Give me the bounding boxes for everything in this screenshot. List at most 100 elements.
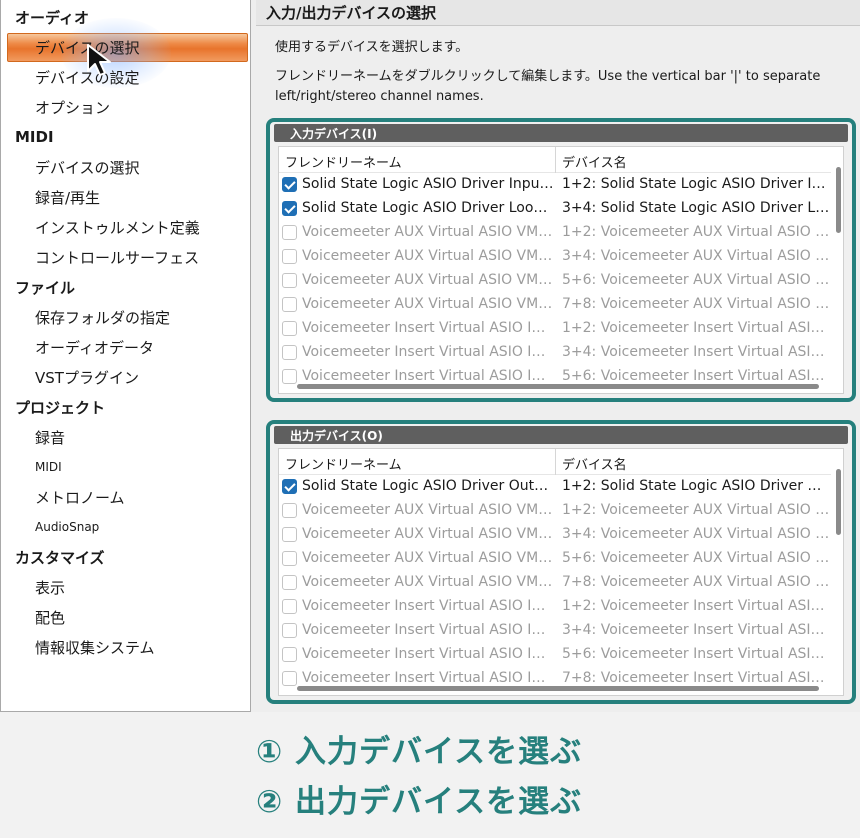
column-divider[interactable]: [555, 449, 556, 475]
friendly-name-cell[interactable]: Voicemeeter AUX Virtual ASIO VM…: [302, 248, 554, 264]
device-row[interactable]: Solid State Logic ASIO Driver Inpu… 1+2: …: [279, 173, 831, 197]
nav-category[interactable]: ファイル: [1, 272, 250, 302]
horizontal-scrollbar[interactable]: [297, 686, 819, 691]
friendly-name-cell[interactable]: Voicemeeter Insert Virtual ASIO I…: [302, 344, 554, 360]
column-divider[interactable]: [555, 147, 556, 173]
nav-item[interactable]: コントロールサーフェス: [1, 242, 250, 272]
device-row[interactable]: Voicemeeter Insert Virtual ASIO I… 1+2: V…: [279, 595, 831, 619]
vertical-scrollbar[interactable]: [836, 469, 841, 535]
checkbox-unchecked[interactable]: [282, 249, 297, 264]
checkbox-unchecked[interactable]: [282, 623, 297, 638]
device-row[interactable]: Solid State Logic ASIO Driver Loo… 3+4: S…: [279, 197, 831, 221]
friendly-name-cell[interactable]: Voicemeeter Insert Virtual ASIO I…: [302, 670, 554, 686]
nav-item[interactable]: VSTプラグイン: [1, 362, 250, 392]
device-name-cell: 7+8: Voicemeeter AUX Virtual ASIO …: [562, 574, 830, 590]
column-header-device-name[interactable]: デバイス名: [562, 152, 627, 171]
nav-item[interactable]: デバイスの選択: [1, 152, 250, 182]
list-column-headers: フレンドリーネーム デバイス名: [279, 147, 831, 173]
device-name-cell: 1+2: Voicemeeter AUX Virtual ASIO …: [562, 224, 830, 240]
nav-item[interactable]: 配色: [1, 602, 250, 632]
checkbox-unchecked[interactable]: [282, 503, 297, 518]
nav-item[interactable]: 録音/再生: [1, 182, 250, 212]
nav-item[interactable]: 表示: [1, 572, 250, 602]
input-devices-group: 入力デバイス(I) フレンドリーネーム デバイス名 Solid State Lo…: [266, 118, 856, 402]
device-row[interactable]: Voicemeeter AUX Virtual ASIO VM… 1+2: Voi…: [279, 221, 831, 245]
device-row[interactable]: Solid State Logic ASIO Driver Out… 1+2: S…: [279, 475, 831, 499]
checkbox-unchecked[interactable]: [282, 647, 297, 662]
device-name-cell: 3+4: Voicemeeter AUX Virtual ASIO …: [562, 248, 830, 264]
device-row[interactable]: Voicemeeter AUX Virtual ASIO VM… 3+4: Voi…: [279, 523, 831, 547]
checkbox-unchecked[interactable]: [282, 345, 297, 360]
checkbox-unchecked[interactable]: [282, 273, 297, 288]
friendly-name-cell[interactable]: Solid State Logic ASIO Driver Out…: [302, 478, 554, 494]
output-device-rows: Solid State Logic ASIO Driver Out… 1+2: S…: [279, 475, 831, 691]
checkbox-checked[interactable]: [282, 177, 297, 192]
device-row[interactable]: Voicemeeter Insert Virtual ASIO I… 3+4: V…: [279, 619, 831, 643]
friendly-name-cell[interactable]: Voicemeeter Insert Virtual ASIO I…: [302, 320, 554, 336]
checkbox-unchecked[interactable]: [282, 297, 297, 312]
friendly-name-cell[interactable]: Voicemeeter AUX Virtual ASIO VM…: [302, 574, 554, 590]
nav-category[interactable]: カスタマイズ: [1, 542, 250, 572]
nav-item[interactable]: オプション: [1, 92, 250, 122]
device-row[interactable]: Voicemeeter Insert Virtual ASIO I… 5+6: V…: [279, 643, 831, 667]
nav-category[interactable]: オーディオ: [1, 2, 250, 32]
device-row[interactable]: Voicemeeter AUX Virtual ASIO VM… 5+6: Voi…: [279, 269, 831, 293]
checkbox-unchecked[interactable]: [282, 369, 297, 384]
device-row[interactable]: Voicemeeter AUX Virtual ASIO VM… 5+6: Voi…: [279, 547, 831, 571]
input-devices-list[interactable]: フレンドリーネーム デバイス名 Solid State Logic ASIO D…: [278, 146, 844, 394]
nav-item[interactable]: デバイスの設定: [1, 62, 250, 92]
nav-item[interactable]: 録音: [1, 422, 250, 452]
checkbox-unchecked[interactable]: [282, 575, 297, 590]
checkbox-checked[interactable]: [282, 201, 297, 216]
friendly-name-cell[interactable]: Solid State Logic ASIO Driver Inpu…: [302, 176, 554, 192]
nav-item[interactable]: オーディオデータ: [1, 332, 250, 362]
device-name-cell: 5+6: Voicemeeter Insert Virtual ASI…: [562, 368, 825, 384]
nav-item[interactable]: AudioSnap: [1, 512, 250, 542]
device-name-cell: 3+4: Voicemeeter Insert Virtual ASI…: [562, 344, 825, 360]
device-row[interactable]: Voicemeeter AUX Virtual ASIO VM… 7+8: Voi…: [279, 571, 831, 595]
checkbox-unchecked[interactable]: [282, 527, 297, 542]
device-row[interactable]: Voicemeeter AUX Virtual ASIO VM… 1+2: Voi…: [279, 499, 831, 523]
nav-item[interactable]: 情報収集システム: [1, 632, 250, 662]
page-title: 入力/出力デバイスの選択: [256, 0, 860, 26]
checkbox-unchecked[interactable]: [282, 321, 297, 336]
checkbox-checked[interactable]: [282, 479, 297, 494]
device-row[interactable]: Voicemeeter AUX Virtual ASIO VM… 3+4: Voi…: [279, 245, 831, 269]
instruction-step-2: ② 出力デバイスを選ぶ: [256, 784, 583, 820]
nav-item[interactable]: メトロノーム: [1, 482, 250, 512]
nav-category[interactable]: プロジェクト: [1, 392, 250, 422]
device-name-cell: 1+2: Voicemeeter Insert Virtual ASI…: [562, 598, 825, 614]
output-devices-list[interactable]: フレンドリーネーム デバイス名 Solid State Logic ASIO D…: [278, 448, 844, 696]
nav-item[interactable]: インストゥルメント定義: [1, 212, 250, 242]
device-name-cell: 1+2: Solid State Logic ASIO Driver I…: [562, 176, 826, 192]
checkbox-unchecked[interactable]: [282, 671, 297, 686]
vertical-scrollbar[interactable]: [836, 167, 841, 233]
friendly-name-cell[interactable]: Voicemeeter Insert Virtual ASIO I…: [302, 368, 554, 384]
nav-item[interactable]: 保存フォルダの指定: [1, 302, 250, 332]
friendly-name-cell[interactable]: Voicemeeter AUX Virtual ASIO VM…: [302, 272, 554, 288]
nav-category[interactable]: MIDI: [1, 122, 250, 152]
column-header-friendly-name[interactable]: フレンドリーネーム: [285, 152, 402, 171]
mouse-cursor-icon: [87, 44, 111, 76]
friendly-name-cell[interactable]: Voicemeeter AUX Virtual ASIO VM…: [302, 502, 554, 518]
friendly-name-cell[interactable]: Voicemeeter Insert Virtual ASIO I…: [302, 622, 554, 638]
nav-item[interactable]: デバイスの選択: [1, 32, 250, 62]
horizontal-scrollbar[interactable]: [297, 384, 819, 389]
column-header-device-name[interactable]: デバイス名: [562, 454, 627, 473]
checkbox-unchecked[interactable]: [282, 551, 297, 566]
checkbox-unchecked[interactable]: [282, 599, 297, 614]
friendly-name-cell[interactable]: Voicemeeter Insert Virtual ASIO I…: [302, 646, 554, 662]
friendly-name-cell[interactable]: Voicemeeter AUX Virtual ASIO VM…: [302, 224, 554, 240]
friendly-name-cell[interactable]: Voicemeeter AUX Virtual ASIO VM…: [302, 296, 554, 312]
checkbox-unchecked[interactable]: [282, 225, 297, 240]
device-row[interactable]: Voicemeeter AUX Virtual ASIO VM… 7+8: Voi…: [279, 293, 831, 317]
friendly-name-cell[interactable]: Voicemeeter AUX Virtual ASIO VM…: [302, 550, 554, 566]
device-row[interactable]: Voicemeeter Insert Virtual ASIO I… 1+2: V…: [279, 317, 831, 341]
column-header-friendly-name[interactable]: フレンドリーネーム: [285, 454, 402, 473]
friendly-name-cell[interactable]: Voicemeeter AUX Virtual ASIO VM…: [302, 526, 554, 542]
device-name-cell: 3+4: Solid State Logic ASIO Driver L…: [562, 200, 830, 216]
nav-item[interactable]: MIDI: [1, 452, 250, 482]
device-row[interactable]: Voicemeeter Insert Virtual ASIO I… 3+4: V…: [279, 341, 831, 365]
friendly-name-cell[interactable]: Voicemeeter Insert Virtual ASIO I…: [302, 598, 554, 614]
friendly-name-cell[interactable]: Solid State Logic ASIO Driver Loo…: [302, 200, 554, 216]
